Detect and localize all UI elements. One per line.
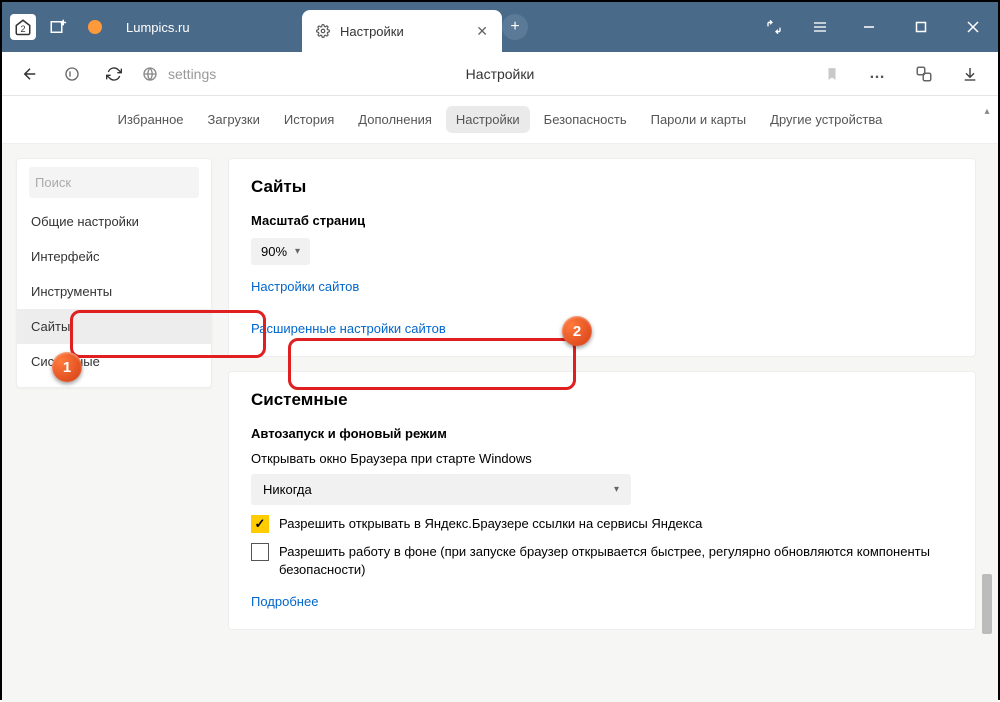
scale-value: 90% xyxy=(261,244,287,259)
sidebar-item-interface[interactable]: Интерфейс xyxy=(17,239,211,274)
scale-select[interactable]: 90% xyxy=(251,238,310,265)
scroll-thumb[interactable] xyxy=(982,574,992,634)
open-on-start-label: Открывать окно Браузера при старте Windo… xyxy=(251,451,953,466)
navtab-addons[interactable]: Дополнения xyxy=(348,106,442,133)
navtab-downloads[interactable]: Загрузки xyxy=(198,106,270,133)
home-icon[interactable]: 2 xyxy=(10,14,36,40)
address-bar[interactable]: settings xyxy=(142,66,216,82)
back-button[interactable] xyxy=(16,60,44,88)
minimize-button[interactable] xyxy=(852,12,886,42)
new-tab-button[interactable]: + xyxy=(502,14,528,40)
navtab-history[interactable]: История xyxy=(274,106,344,133)
more-button[interactable]: … xyxy=(864,60,892,88)
home-badge-number: 2 xyxy=(20,24,25,34)
sidebar-item-system[interactable]: Системные xyxy=(17,344,211,379)
extensions-icon[interactable] xyxy=(910,60,938,88)
page-title: Настройки xyxy=(466,66,535,82)
navtab-devices[interactable]: Другие устройства xyxy=(760,106,892,133)
sidebar-item-tools[interactable]: Инструменты xyxy=(17,274,211,309)
system-heading: Системные xyxy=(251,390,953,410)
globe-icon xyxy=(142,66,158,82)
background-tab-title[interactable]: Lumpics.ru xyxy=(126,20,190,35)
favicon-dot-icon xyxy=(88,20,102,34)
checkbox-background-label: Разрешить работу в фоне (при запуске бра… xyxy=(279,543,953,579)
sync-icon[interactable] xyxy=(760,13,788,41)
scroll-up-icon[interactable]: ▴ xyxy=(980,104,994,118)
sidebar-item-general[interactable]: Общие настройки xyxy=(17,204,211,239)
more-link[interactable]: Подробнее xyxy=(251,594,318,609)
scale-label: Масштаб страниц xyxy=(251,213,953,228)
bookmark-icon[interactable] xyxy=(818,60,846,88)
sidebar-card: Поиск Общие настройки Интерфейс Инструме… xyxy=(16,158,212,388)
autorun-label: Автозапуск и фоновый режим xyxy=(251,426,953,441)
navtab-settings[interactable]: Настройки xyxy=(446,106,530,133)
sidebar-item-sites[interactable]: Сайты xyxy=(17,309,211,344)
scrollbar[interactable]: ▴ xyxy=(980,104,994,692)
titlebar-right xyxy=(760,12,990,42)
checkbox-yandex-links[interactable] xyxy=(251,515,269,533)
menu-icon[interactable] xyxy=(806,13,834,41)
downloads-icon[interactable] xyxy=(956,60,984,88)
checkbox-background-row[interactable]: Разрешить работу в фоне (при запуске бра… xyxy=(251,543,953,579)
close-tab-icon[interactable]: ✕ xyxy=(476,23,488,40)
settings-nav: Избранное Загрузки История Дополнения На… xyxy=(2,96,998,144)
shield-icon[interactable] xyxy=(58,60,86,88)
address-text: settings xyxy=(168,66,216,82)
close-window-button[interactable] xyxy=(956,12,990,42)
tab-settings[interactable]: Настройки ✕ xyxy=(302,10,502,52)
checkbox-background[interactable] xyxy=(251,543,269,561)
system-card: Системные Автозапуск и фоновый режим Отк… xyxy=(228,371,976,630)
maximize-button[interactable] xyxy=(904,12,938,42)
checkbox-yandex-links-row[interactable]: Разрешить открывать в Яндекс.Браузере сс… xyxy=(251,515,953,533)
sidebar: Поиск Общие настройки Интерфейс Инструме… xyxy=(2,144,212,702)
new-window-icon[interactable] xyxy=(44,13,72,41)
toolbar-right: … xyxy=(818,60,984,88)
open-on-start-value: Никогда xyxy=(263,482,312,497)
navtab-favorites[interactable]: Избранное xyxy=(108,106,194,133)
navtab-passwords[interactable]: Пароли и карты xyxy=(641,106,757,133)
active-tab-label: Настройки xyxy=(340,24,466,39)
toolbar: settings Настройки … xyxy=(2,52,998,96)
sites-heading: Сайты xyxy=(251,177,953,197)
titlebar: 2 Lumpics.ru Настройки ✕ + xyxy=(2,2,998,52)
advanced-site-settings-link[interactable]: Расширенные настройки сайтов xyxy=(251,321,446,336)
gear-icon xyxy=(316,24,330,38)
site-settings-link[interactable]: Настройки сайтов xyxy=(251,279,359,294)
main-area: Поиск Общие настройки Интерфейс Инструме… xyxy=(2,144,998,702)
titlebar-left: 2 Lumpics.ru xyxy=(10,13,190,41)
content: Сайты Масштаб страниц 90% Настройки сайт… xyxy=(212,144,998,702)
reload-button[interactable] xyxy=(100,60,128,88)
navtab-security[interactable]: Безопасность xyxy=(534,106,637,133)
checkbox-yandex-links-label: Разрешить открывать в Яндекс.Браузере сс… xyxy=(279,515,702,533)
sites-card: Сайты Масштаб страниц 90% Настройки сайт… xyxy=(228,158,976,357)
open-on-start-select[interactable]: Никогда xyxy=(251,474,631,505)
search-input[interactable]: Поиск xyxy=(29,167,199,198)
